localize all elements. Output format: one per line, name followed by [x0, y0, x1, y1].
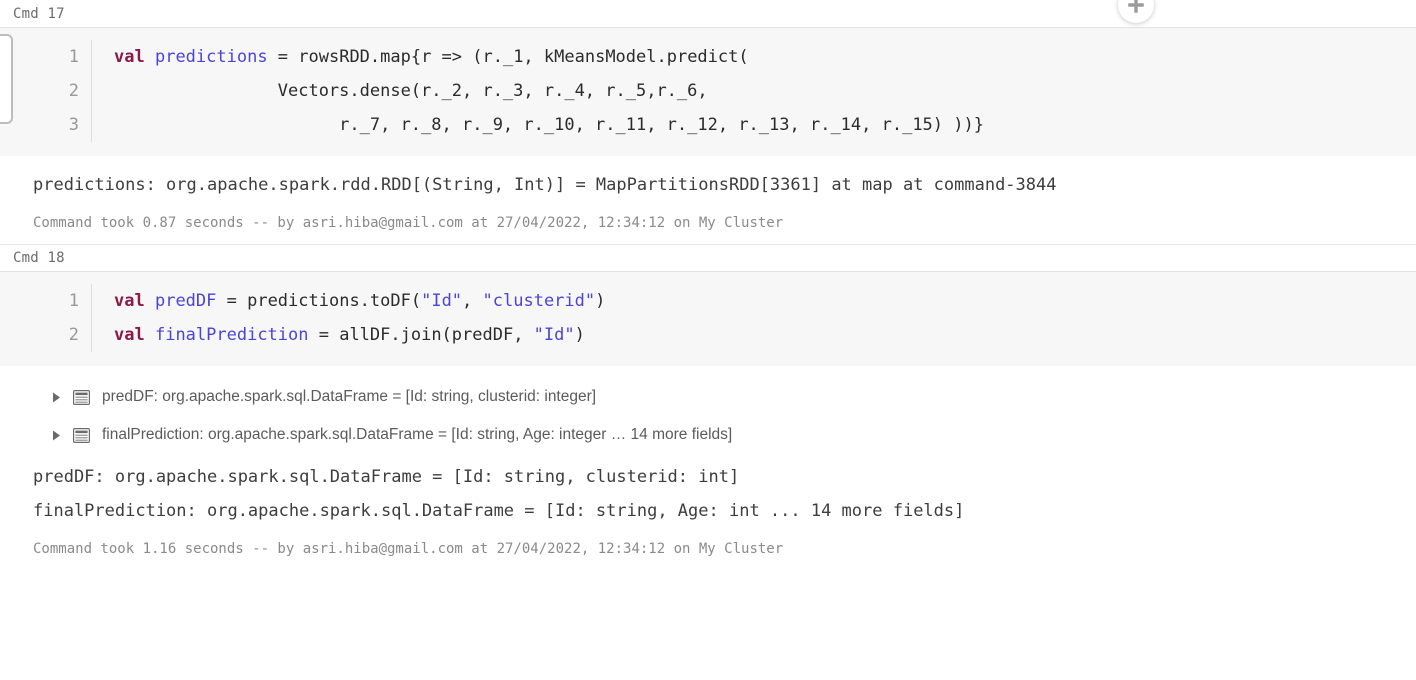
cell-header-cmd17: Cmd 17 — [0, 0, 1416, 28]
table-icon — [68, 389, 94, 405]
output-line: predDF: org.apache.spark.sql.DataFrame =… — [33, 467, 740, 487]
code-token: val — [114, 291, 145, 311]
code-token: predDF — [154, 291, 217, 311]
output-line: predictions: org.apache.spark.rdd.RDD[(S… — [33, 175, 1057, 195]
line-number-gutter-cmd17: 1 2 3 — [22, 40, 92, 142]
command-status-cmd18: Command took 1.16 seconds -- by asri.hib… — [33, 541, 784, 557]
cell-label-cmd17: Cmd 17 — [13, 5, 65, 22]
code-token: Vectors.dense(r._2, r._3, r._4, r._5,r._… — [114, 81, 708, 101]
code-token: ) — [595, 291, 606, 311]
dataframe-result-row[interactable]: predDF: org.apache.spark.sql.DataFrame =… — [0, 378, 1416, 416]
code-token: predictions — [154, 47, 268, 67]
code-line: Vectors.dense(r._2, r._3, r._4, r._5,r._… — [114, 74, 1416, 108]
add-cell-button[interactable] — [1118, 0, 1154, 23]
code-editor-cmd18[interactable]: 1 2 val predDF = predictions.toDF("Id", … — [0, 272, 1416, 366]
code-text-cmd17[interactable]: val predictions = rowsRDD.map{r => (r._1… — [92, 40, 1416, 142]
command-status-cmd17: Command took 0.87 seconds -- by asri.hib… — [33, 215, 784, 231]
code-token: val — [114, 47, 145, 67]
cell-label-cmd18: Cmd 18 — [13, 250, 65, 266]
code-token: , — [462, 291, 483, 311]
notebook-container: Cmd 17 1 2 3 val predictions = rowsRDD.m… — [0, 0, 1416, 680]
cell-drag-handle-cmd17[interactable] — [0, 34, 13, 124]
code-token: r._7, r._8, r._9, r._10, r._11, r._12, r… — [114, 115, 984, 135]
code-editor-cmd17[interactable]: 1 2 3 val predictions = rowsRDD.map{r =>… — [0, 28, 1416, 156]
table-icon — [68, 427, 94, 443]
code-line: val predictions = rowsRDD.map{r => (r._1… — [114, 40, 1416, 74]
code-token: "clusterid" — [482, 291, 596, 311]
line-number: 2 — [68, 325, 79, 345]
code-token: "Id" — [421, 291, 463, 311]
cell-output-cmd18: predDF: org.apache.spark.sql.DataFrame =… — [0, 366, 1416, 564]
dataframe-result-row[interactable]: finalPrediction: org.apache.spark.sql.Da… — [0, 416, 1416, 454]
dataframe-result-text: finalPrediction: org.apache.spark.sql.Da… — [102, 426, 733, 443]
line-number: 2 — [68, 81, 79, 101]
output-line: finalPrediction: org.apache.spark.sql.Da… — [33, 501, 965, 521]
cell-header-cmd18: Cmd 18 — [0, 244, 1416, 272]
caret-right-icon[interactable] — [52, 392, 66, 403]
line-number: 1 — [68, 291, 79, 311]
caret-right-icon[interactable] — [52, 430, 66, 441]
code-token: = predictions.toDF( — [216, 291, 422, 311]
code-token: ) — [574, 325, 585, 345]
dataframe-result-text: predDF: org.apache.spark.sql.DataFrame =… — [102, 388, 597, 405]
cell-output-cmd17: predictions: org.apache.spark.rdd.RDD[(S… — [0, 156, 1416, 244]
code-line: val finalPrediction = allDF.join(predDF,… — [114, 318, 1416, 352]
code-token: = rowsRDD.map{r => (r._1, kMeansModel.pr… — [267, 47, 749, 67]
code-line: r._7, r._8, r._9, r._10, r._11, r._12, r… — [114, 108, 1416, 142]
code-text-cmd18[interactable]: val predDF = predictions.toDF("Id", "clu… — [92, 284, 1416, 352]
code-token: = allDF.join(predDF, — [308, 325, 534, 345]
line-number-gutter-cmd18: 1 2 — [22, 284, 92, 352]
code-token: "Id" — [533, 325, 575, 345]
code-token: val — [114, 325, 145, 345]
line-number: 1 — [68, 47, 79, 67]
line-number: 3 — [68, 115, 79, 135]
code-line: val predDF = predictions.toDF("Id", "clu… — [114, 284, 1416, 318]
code-token: finalPrediction — [154, 325, 309, 345]
